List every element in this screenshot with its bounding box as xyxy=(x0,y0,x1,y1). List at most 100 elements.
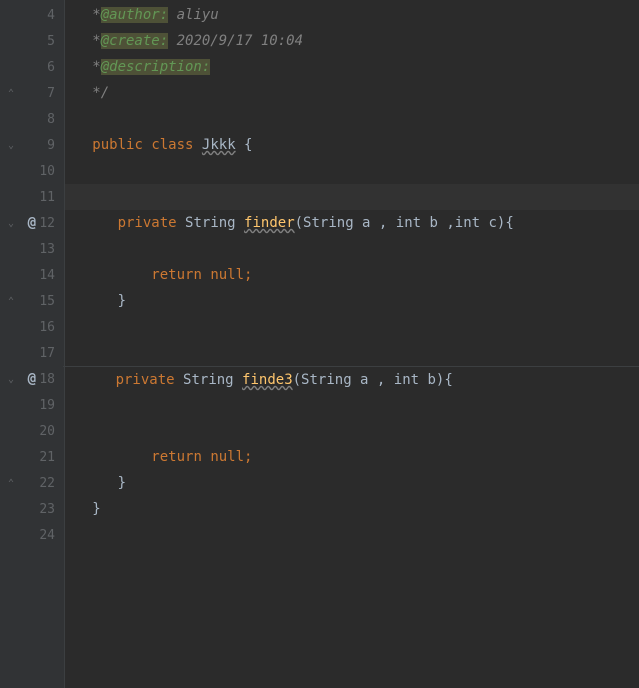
line-number: 22 xyxy=(35,476,55,491)
doc-tag: @create: xyxy=(101,33,168,49)
doc-tag: @description: xyxy=(101,59,211,75)
line-number: 7 xyxy=(35,86,55,101)
code-line[interactable] xyxy=(65,522,639,548)
line-number: 9 xyxy=(35,138,55,153)
fold-icon[interactable]: ⌄ xyxy=(8,218,14,229)
code-area[interactable]: *@author: aliyu *@create: 2020/9/17 10:0… xyxy=(65,0,639,688)
gutter-row: ⌃ 22 xyxy=(0,470,64,496)
return-type: String xyxy=(185,215,236,231)
code-editor[interactable]: 4 5 6 ⌃7 8 ⌄9 10 11 @⌄12 13 14 ⌃15 16 17… xyxy=(0,0,639,688)
line-number: 16 xyxy=(35,320,55,335)
gutter-row: 5 xyxy=(0,28,64,54)
gutter-row: 4 xyxy=(0,2,64,28)
code-line[interactable]: private String finde3(String a , int b){ xyxy=(63,366,639,392)
comment-prefix: * xyxy=(67,59,101,75)
code-line[interactable] xyxy=(65,314,639,340)
code-line[interactable]: private String finder(String a , int b ,… xyxy=(65,210,639,236)
return-type: String xyxy=(183,372,234,388)
fold-icon[interactable]: ⌄ xyxy=(8,140,14,151)
gutter-row: 16 xyxy=(0,314,64,340)
comment-end: */ xyxy=(67,85,109,101)
semicolon: ; xyxy=(244,449,252,465)
gutter-row: ⌃7 xyxy=(0,80,64,106)
gutter-row: 20 xyxy=(0,418,64,444)
code-line[interactable]: *@create: 2020/9/17 10:04 xyxy=(65,28,639,54)
code-line[interactable] xyxy=(65,392,639,418)
code-line[interactable]: */ xyxy=(65,80,639,106)
gutter-row: ⌃ 15 xyxy=(0,288,64,314)
line-number: 17 xyxy=(35,346,55,361)
gutter: 4 5 6 ⌃7 8 ⌄9 10 11 @⌄12 13 14 ⌃15 16 17… xyxy=(0,0,65,688)
line-number: 21 xyxy=(35,450,55,465)
code-line[interactable]: return null; xyxy=(65,444,639,470)
fold-icon[interactable]: ⌃ xyxy=(8,296,14,307)
gutter-row: 10 xyxy=(0,158,64,184)
line-number: 4 xyxy=(35,8,55,23)
gutter-row: 6 xyxy=(0,54,64,80)
code-line[interactable]: *@description: xyxy=(65,54,639,80)
line-number: 18 xyxy=(35,372,55,387)
line-number: 19 xyxy=(35,398,55,413)
method-annotation-icon[interactable]: @ xyxy=(28,215,36,231)
keyword-return: return xyxy=(151,449,202,465)
method-annotation-icon[interactable]: @ xyxy=(28,371,36,387)
code-line[interactable]: } xyxy=(65,470,639,496)
close-brace: } xyxy=(67,501,101,517)
gutter-row: 17 xyxy=(0,340,64,366)
line-number: 11 xyxy=(35,190,55,205)
gutter-row: ⌄9 xyxy=(0,132,64,158)
gutter-row: 21 xyxy=(0,444,64,470)
gutter-row: 19 xyxy=(0,392,64,418)
keyword-class: class xyxy=(151,137,193,153)
gutter-row: 11 xyxy=(0,184,64,210)
code-line[interactable]: } xyxy=(65,288,639,314)
class-name: Jkkk xyxy=(202,137,236,153)
line-number: 20 xyxy=(35,424,55,439)
close-brace: } xyxy=(67,293,126,309)
null-literal: null xyxy=(210,449,244,465)
line-number: 14 xyxy=(35,268,55,283)
code-line[interactable]: return null; xyxy=(65,262,639,288)
gutter-row: 23 xyxy=(0,496,64,522)
line-number: 15 xyxy=(35,294,55,309)
line-number: 23 xyxy=(35,502,55,517)
gutter-row: 14 xyxy=(0,262,64,288)
gutter-row: @ ⌄ 18 xyxy=(0,366,64,392)
doc-value: 2020/9/17 10:04 xyxy=(168,33,303,49)
method-name: finder xyxy=(244,215,295,231)
doc-value: aliyu xyxy=(168,7,219,23)
comment-prefix: * xyxy=(67,33,101,49)
method-name: finde3 xyxy=(242,372,293,388)
line-number: 12 xyxy=(35,216,55,231)
code-line[interactable] xyxy=(65,236,639,262)
gutter-row: 13 xyxy=(0,236,64,262)
fold-icon[interactable]: ⌄ xyxy=(8,374,14,385)
keyword-return: return xyxy=(151,267,202,283)
gutter-row: 8 xyxy=(0,106,64,132)
null-literal: null xyxy=(210,267,244,283)
code-line[interactable]: } xyxy=(65,496,639,522)
code-line[interactable] xyxy=(65,158,639,184)
comment-prefix: * xyxy=(67,7,101,23)
fold-icon[interactable]: ⌃ xyxy=(8,88,14,99)
method-params: (String a , int b ,int c){ xyxy=(295,215,514,231)
keyword-private: private xyxy=(118,215,177,231)
code-line[interactable] xyxy=(65,106,639,132)
code-line[interactable]: public class Jkkk { xyxy=(65,132,639,158)
line-number: 6 xyxy=(35,60,55,75)
semicolon: ; xyxy=(244,267,252,283)
gutter-row: 24 xyxy=(0,522,64,548)
code-line[interactable]: *@author: aliyu xyxy=(65,2,639,28)
keyword-public: public xyxy=(92,137,143,153)
keyword-private: private xyxy=(116,372,175,388)
close-brace: } xyxy=(67,475,126,491)
doc-tag: @author: xyxy=(101,7,168,23)
line-number: 24 xyxy=(35,528,55,543)
code-line[interactable] xyxy=(65,340,639,366)
line-number: 10 xyxy=(35,164,55,179)
current-line[interactable] xyxy=(65,184,639,210)
line-number: 8 xyxy=(35,112,55,127)
code-line[interactable] xyxy=(65,418,639,444)
brace: { xyxy=(236,137,253,153)
fold-icon[interactable]: ⌃ xyxy=(8,478,14,489)
